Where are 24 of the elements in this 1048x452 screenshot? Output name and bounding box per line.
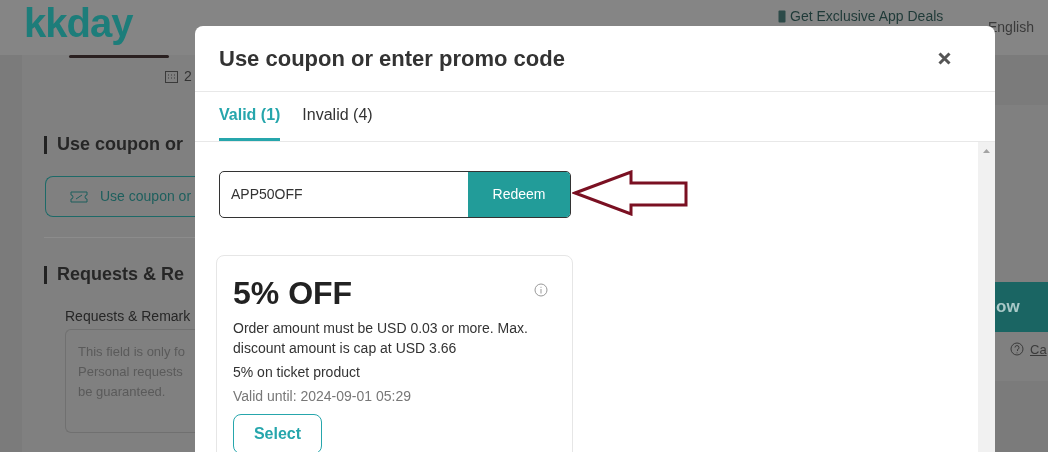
coupon-tab[interactable]: Invalid (4) bbox=[302, 92, 373, 141]
section-heading: Use coupon or bbox=[57, 133, 183, 156]
help-link[interactable]: Ca bbox=[1030, 340, 1047, 360]
dialog-title: Use coupon or enter promo code bbox=[219, 45, 565, 73]
app-deals-link[interactable]: Get Exclusive App Deals bbox=[790, 6, 944, 27]
coupon-expiry: Valid until: 2024-09-01 05:29 bbox=[233, 387, 412, 406]
promo-code-field[interactable]: APP50OFF Redeem bbox=[219, 171, 571, 218]
scrollbar[interactable] bbox=[978, 142, 995, 452]
coupon-tab[interactable]: Valid (1) bbox=[219, 92, 281, 141]
info-icon[interactable] bbox=[534, 283, 548, 297]
field-label: Requests & Remark bbox=[65, 307, 191, 326]
section-heading: Requests & Re bbox=[57, 263, 185, 286]
calendar-icon bbox=[165, 70, 178, 83]
coupon-terms: Order amount must be USD 0.03 or more. Max. discount amount is cap at USD 3.66 bbox=[233, 319, 529, 358]
book-button[interactable]: ow bbox=[995, 282, 1048, 332]
ticket-icon bbox=[70, 190, 88, 203]
coupon-scope: 5% on ticket product bbox=[233, 363, 361, 382]
date-text: 2 bbox=[184, 67, 192, 86]
scroll-up-icon[interactable] bbox=[983, 149, 990, 153]
help-icon bbox=[1010, 342, 1024, 356]
close-icon[interactable] bbox=[938, 52, 951, 65]
coupon-title: 5% OFF bbox=[233, 274, 353, 312]
redeem-button[interactable]: Redeem bbox=[468, 172, 570, 217]
phone-icon bbox=[778, 10, 786, 23]
